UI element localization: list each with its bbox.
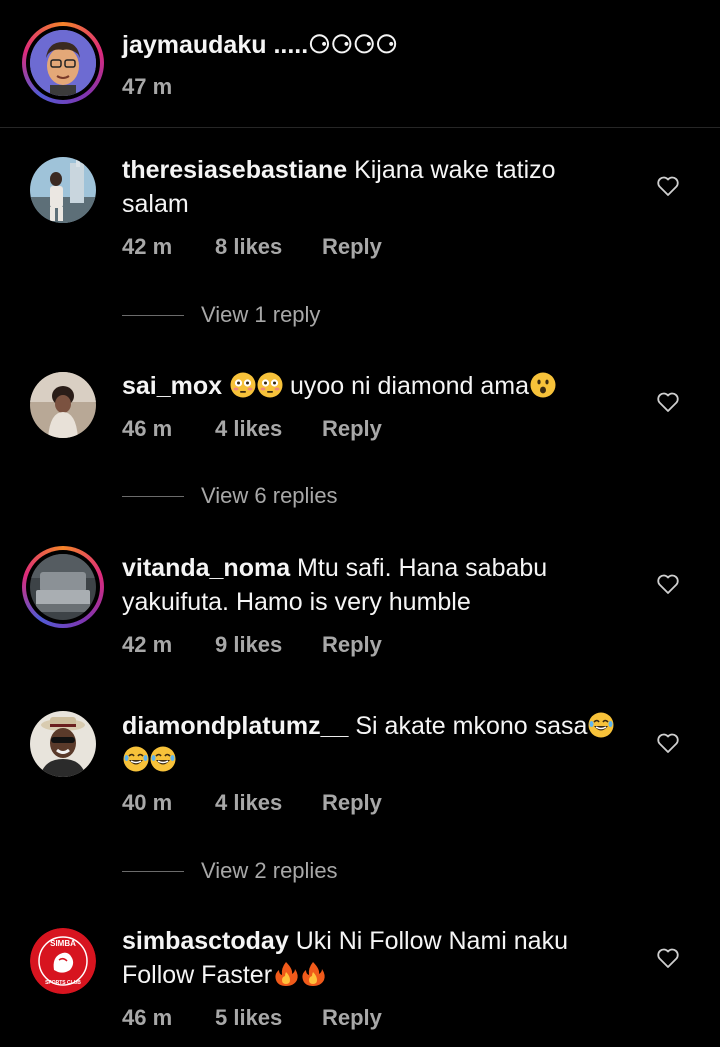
- view-replies-label: View 1 reply: [201, 302, 321, 327]
- reply-button[interactable]: Reply: [322, 790, 382, 816]
- caption-body: .....⚆⚆⚆⚆: [266, 31, 398, 59]
- heart-outline-icon[interactable]: [656, 390, 680, 414]
- comment-avatar-diamondplatumz[interactable]: [30, 711, 96, 777]
- comment-username[interactable]: theresiasebastiane: [122, 156, 347, 184]
- caption-timestamp: 47 m: [122, 74, 173, 99]
- heart-outline-icon[interactable]: [656, 946, 680, 970]
- comment-meta: 40 m 4 likes Reply: [122, 790, 422, 818]
- comment-text: theresiasebastiane Kijana wake tatizo sa…: [122, 153, 622, 221]
- fire-emoji: [275, 962, 298, 986]
- view-replies-button[interactable]: View 2 replies: [122, 858, 422, 886]
- comment-likes[interactable]: 4 likes: [215, 416, 282, 442]
- comment-username[interactable]: vitanda_noma: [122, 554, 290, 582]
- comment-avatar-simbasctoday[interactable]: SIMBA SPORTS CLUB: [30, 928, 96, 994]
- reply-thread-line: [122, 871, 184, 872]
- comment-text: simbasctoday Uki Ni Follow Nami naku Fol…: [122, 924, 622, 992]
- comment-meta: 46 m 4 likes Reply: [122, 416, 422, 444]
- comment-body: uyoo ni diamond ama: [283, 372, 529, 400]
- comment-text: diamondplatumz__ Si akate mkono sasa: [122, 709, 622, 777]
- flushed-face-emoji: [257, 372, 283, 398]
- caption-avatar: [30, 30, 96, 96]
- reply-button[interactable]: Reply: [322, 416, 382, 442]
- comment-time: 42 m: [122, 632, 173, 657]
- comment-time: 46 m: [122, 1005, 173, 1030]
- comment-time: 46 m: [122, 416, 173, 441]
- reply-thread-line: [122, 315, 184, 316]
- comment-avatar-story-ring[interactable]: [22, 546, 104, 628]
- heart-outline-icon[interactable]: [656, 731, 680, 755]
- comment-time: 42 m: [122, 234, 173, 259]
- tears-of-joy-emoji: [150, 746, 176, 772]
- comment-username[interactable]: diamondplatumz__: [122, 712, 348, 740]
- comment-likes[interactable]: 4 likes: [215, 790, 282, 816]
- tears-of-joy-emoji: [123, 746, 149, 772]
- fire-emoji: [302, 962, 325, 986]
- comment-time: 40 m: [122, 790, 173, 815]
- comment-likes[interactable]: 9 likes: [215, 632, 282, 658]
- comment-meta: 42 m 8 likes Reply: [122, 234, 422, 262]
- comment-meta: 42 m 9 likes Reply: [122, 632, 422, 660]
- comment-meta: 46 m 5 likes Reply: [122, 1005, 422, 1033]
- comment-body: Si akate mkono sasa: [348, 712, 588, 740]
- view-replies-button[interactable]: View 1 reply: [122, 302, 422, 330]
- view-replies-button[interactable]: View 6 replies: [122, 483, 422, 511]
- svg-text:SPORTS CLUB: SPORTS CLUB: [45, 980, 81, 986]
- heart-outline-icon[interactable]: [656, 572, 680, 596]
- caption-avatar-story-ring[interactable]: [22, 22, 104, 104]
- reply-thread-line: [122, 496, 184, 497]
- comment-avatar-theresiasebastiane[interactable]: [30, 157, 96, 223]
- heart-outline-icon[interactable]: [656, 174, 680, 198]
- comment-likes[interactable]: 5 likes: [215, 1005, 282, 1031]
- caption: jaymaudaku .....⚆⚆⚆⚆: [122, 30, 398, 60]
- reply-button[interactable]: Reply: [322, 632, 382, 658]
- tears-of-joy-emoji: [588, 712, 614, 738]
- view-replies-label: View 2 replies: [201, 858, 338, 883]
- comment-username[interactable]: simbasctoday: [122, 927, 289, 955]
- reply-button[interactable]: Reply: [322, 1005, 382, 1031]
- hushed-face-emoji: [530, 372, 556, 398]
- caption-divider: [0, 127, 720, 128]
- reply-button[interactable]: Reply: [322, 234, 382, 260]
- caption-username[interactable]: jaymaudaku: [122, 31, 267, 59]
- comment-text: vitanda_noma Mtu safi. Hana sababu yakui…: [122, 551, 622, 619]
- comment-avatar-sai-mox[interactable]: [30, 372, 96, 438]
- comment-text: sai_mox uyoo ni diamond ama: [122, 369, 622, 403]
- comment-avatar-vitanda-noma: [30, 554, 96, 620]
- flushed-face-emoji: [230, 372, 256, 398]
- comment-username[interactable]: sai_mox: [122, 372, 222, 400]
- view-replies-label: View 6 replies: [201, 483, 338, 508]
- comment-likes[interactable]: 8 likes: [215, 234, 282, 260]
- svg-text:SIMBA: SIMBA: [50, 939, 76, 948]
